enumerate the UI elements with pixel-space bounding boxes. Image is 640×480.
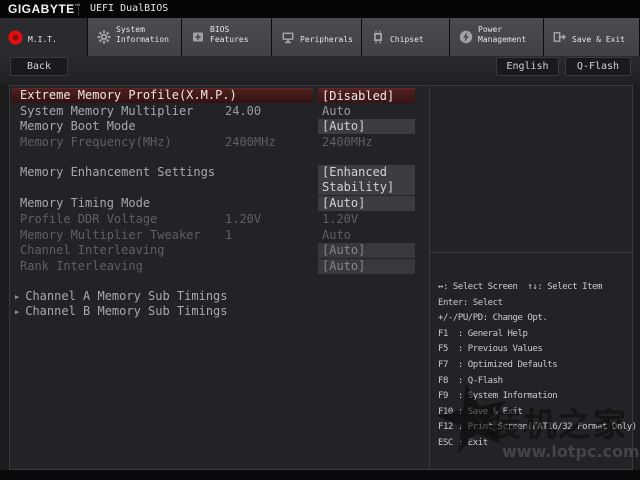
help-line: ↔: Select Screen ↑↓: Select Item [438, 282, 602, 292]
qflash-button[interactable]: Q-Flash [565, 57, 631, 76]
setting-value: Auto [322, 227, 351, 242]
setting-label: Channel Interleaving [20, 243, 165, 258]
help-line: +/-/PU/PD: Change Opt. [438, 313, 548, 324]
setting-label: Memory Timing Mode [20, 196, 151, 211]
setting-row[interactable]: Memory Frequency(MHz) 2400MHz 2400MHz [10, 135, 429, 151]
setting-current-value: 2400MHz [225, 135, 276, 150]
setting-label: Channel A Memory Sub Timings [25, 288, 228, 303]
title-bar: GIGABYTE™ UEFI DualBIOS [0, 0, 640, 18]
firmware-title: UEFI DualBIOS [90, 3, 169, 14]
titlebar-divider [78, 2, 79, 16]
help-line: F7 : Optimized Defaults [438, 359, 558, 370]
help-line: F1 : General Help [438, 328, 528, 339]
setting-row[interactable]: Channel Interleaving [Auto] [10, 243, 429, 259]
setting-current-value: 1 [225, 227, 233, 242]
row-gap [10, 151, 429, 165]
tab-label: System Information [116, 25, 169, 44]
tab-chipset[interactable]: Chipset [362, 18, 450, 56]
setting-label: Channel B Memory Sub Timings [25, 304, 228, 319]
tab-system-information[interactable]: System Information [88, 18, 182, 56]
bios-chip-icon [190, 30, 205, 45]
gigabyte-logo: GIGABYTE™ [8, 2, 81, 16]
tab-label: Power Management [478, 25, 527, 44]
setting-value: Auto [322, 103, 351, 118]
tab-save-exit[interactable]: Save & Exit [544, 18, 640, 56]
language-button[interactable]: English [496, 57, 559, 76]
setting-value: 1.20V [322, 211, 359, 226]
setting-row[interactable]: Memory Multiplier Tweaker 1 Auto [10, 228, 429, 244]
setting-row[interactable]: System Memory Multiplier 24.00 Auto [10, 104, 429, 120]
tab-power-management[interactable]: Power Management [450, 18, 544, 56]
help-line: F9 : System Information [438, 391, 558, 402]
help-line: F5 : Previous Values [438, 344, 543, 355]
submenu-arrow-icon: ▶ [15, 292, 20, 301]
setting-value-box[interactable]: [Enhanced Stability] [318, 164, 415, 196]
gear-icon [96, 30, 111, 45]
setting-row[interactable]: Rank Interleaving [Auto] [10, 258, 429, 275]
main-panel: Extreme Memory Profile(X.M.P.) [Disabled]… [9, 85, 637, 470]
peripherals-icon [280, 30, 295, 45]
submenu-arrow-icon: ▶ [15, 308, 20, 317]
settings-list: Extreme Memory Profile(X.M.P.) [Disabled]… [10, 86, 429, 469]
bottom-strip [0, 470, 640, 480]
help-line: F10 : Save & Exit [438, 406, 523, 417]
submenu-row[interactable]: ▶ Channel A Memory Sub Timings [10, 289, 429, 305]
setting-row[interactable]: Profile DDR Voltage 1.20V 1.20V [10, 212, 429, 228]
help-line: F8 : Q-Flash [438, 375, 503, 386]
setting-label: Memory Frequency(MHz) [20, 135, 172, 150]
row-gap [10, 275, 429, 289]
setting-value-box[interactable]: [Auto] [318, 196, 415, 211]
chipset-icon [370, 30, 385, 45]
tab-label: M.I.T. [28, 35, 57, 44]
setting-value-box[interactable]: [Auto] [318, 119, 415, 135]
mit-led-icon [8, 30, 23, 45]
bios-screen: GIGABYTE™ UEFI DualBIOS M.I.T. System Inf… [0, 0, 640, 480]
tab-peripherals[interactable]: Peripherals [272, 18, 362, 56]
setting-row[interactable]: Extreme Memory Profile(X.M.P.) [Disabled] [10, 88, 429, 104]
setting-current-value: 1.20V [225, 211, 262, 226]
setting-label: System Memory Multiplier [20, 103, 194, 118]
setting-row[interactable]: Memory Enhancement Settings [Enhanced Sta… [10, 164, 429, 196]
setting-value-box[interactable]: [Auto] [318, 243, 415, 258]
setting-row[interactable]: Memory Timing Mode [Auto] [10, 196, 429, 212]
back-button[interactable]: Back [10, 57, 68, 76]
toolbar: Back English Q-Flash [0, 56, 640, 85]
submenu-row[interactable]: ▶ Channel B Memory Sub Timings [10, 304, 429, 320]
setting-label: Extreme Memory Profile(X.M.P.) [20, 88, 237, 102]
help-line: Enter: Select [438, 297, 503, 308]
tab-label: Peripherals [300, 35, 353, 44]
tab-mit[interactable]: M.I.T. [0, 18, 88, 56]
save-exit-icon [552, 30, 567, 45]
setting-current-value: 24.00 [225, 103, 262, 118]
tab-label: Save & Exit [572, 35, 625, 44]
setting-value-box[interactable]: [Auto] [318, 258, 415, 274]
help-list: ↔: Select Screen ↑↓: Select Item Enter: S… [430, 252, 637, 469]
help-line: F12 : Print Screen(FAT16/32 Format Only) [438, 422, 637, 433]
setting-label: Memory Enhancement Settings [20, 164, 216, 179]
tab-bios-features[interactable]: BIOS Features [182, 18, 272, 56]
help-line: ESC : Exit [438, 437, 488, 448]
tab-label: BIOS Features [210, 25, 249, 44]
setting-label: Memory Boot Mode [20, 119, 136, 134]
setting-row[interactable]: Memory Boot Mode [Auto] [10, 119, 429, 135]
setting-label: Profile DDR Voltage [20, 211, 158, 226]
setting-value-box[interactable]: [Disabled] [318, 88, 415, 103]
right-column: ↔: Select Screen ↑↓: Select Item Enter: S… [429, 86, 637, 469]
tab-label: Chipset [390, 35, 424, 44]
setting-label: Rank Interleaving [20, 258, 143, 273]
power-icon [458, 30, 473, 45]
setting-label: Memory Multiplier Tweaker [20, 227, 201, 242]
tab-bar: M.I.T. System Information BIOS Features Per… [0, 18, 640, 56]
setting-value: 2400MHz [322, 135, 373, 150]
